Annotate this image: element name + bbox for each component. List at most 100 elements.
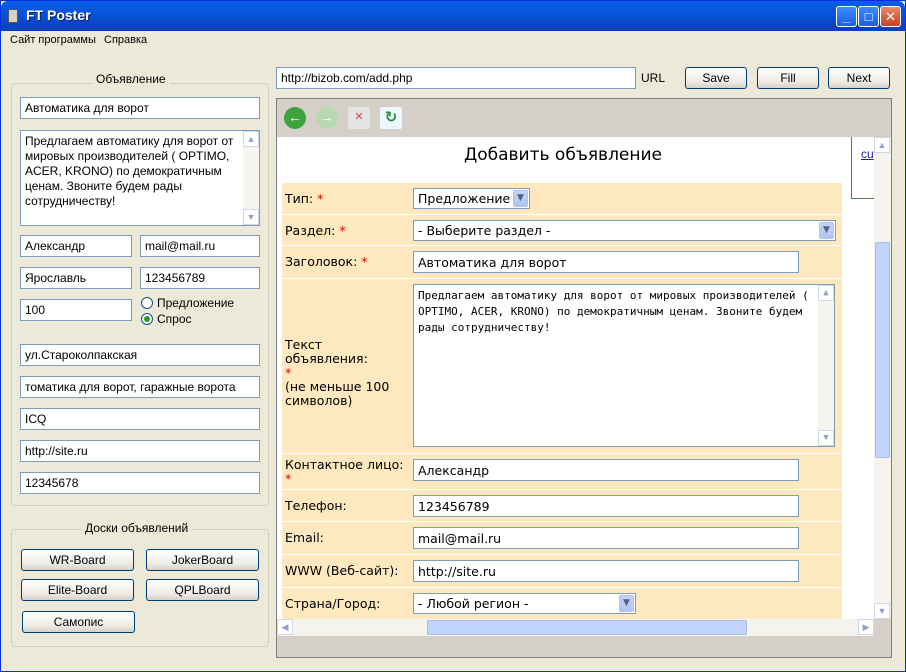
ad-text-scrollbar[interactable]: ▲ ▼ <box>243 131 259 225</box>
app-window: FT Poster _ □ ✕ Сайт программы Справка О… <box>0 0 906 672</box>
refresh-icon[interactable]: ↻ <box>380 107 402 129</box>
scroll-down-icon[interactable]: ▼ <box>818 430 834 446</box>
www-field[interactable]: http://site.ru <box>413 560 799 582</box>
email-field[interactable]: mail@mail.ru <box>413 527 799 549</box>
form-row-www: WWW (Веб-сайт): http://site.ru <box>282 554 842 587</box>
text-field-scrollbar[interactable]: ▲ ▼ <box>818 285 834 446</box>
ad-title-input[interactable]: Автоматика для ворот <box>20 97 260 119</box>
country-select[interactable]: - Любой регион - ▼ <box>413 593 636 614</box>
form-row-heading: Заголовок: * Автоматика для ворот <box>282 245 842 278</box>
web-view: Добавить объявление cu Тип: * Предложени… <box>277 137 891 619</box>
section-label: Раздел: <box>285 223 336 238</box>
fill-button[interactable]: Fill <box>757 67 819 89</box>
email-label: Email: <box>285 530 324 545</box>
ad-text-value: Предлагаем автоматику для ворот от миров… <box>25 134 234 208</box>
form-row-section: Раздел: * - Выберите раздел - ▼ <box>282 214 842 245</box>
type-select-value: Предложение <box>418 191 511 206</box>
address-input[interactable]: ул.Староколпакская <box>20 344 260 366</box>
scroll-down-icon[interactable]: ▼ <box>874 603 890 619</box>
heading-input[interactable]: Автоматика для ворот <box>413 251 799 273</box>
contact-input[interactable]: Александр <box>413 459 799 481</box>
menu-bar: Сайт программы Справка <box>1 31 905 51</box>
boards-group-legend: Доски объявлений <box>81 521 193 535</box>
url-label: URL <box>641 71 666 85</box>
qpl-board-button[interactable]: QPLBoard <box>146 579 259 601</box>
scroll-thumb[interactable] <box>875 242 890 458</box>
app-icon <box>8 9 18 23</box>
window-title: FT Poster <box>26 7 91 23</box>
site-input[interactable]: http://site.ru <box>20 440 260 462</box>
ad-text-field[interactable]: Предлагаем автоматику для ворот от миров… <box>413 284 835 447</box>
menu-site[interactable]: Сайт программы <box>10 34 96 46</box>
email-input[interactable]: mail@mail.ru <box>140 235 260 257</box>
forward-arrow-icon[interactable]: → <box>316 107 338 129</box>
required-mark: * <box>361 254 368 269</box>
page-vscrollbar[interactable]: ▲ ▼ <box>874 137 891 619</box>
keywords-input[interactable]: томатика для ворот, гаражные ворота <box>20 376 260 398</box>
form-row-phone: Телефон: 123456789 <box>282 489 842 521</box>
contact-label: Контактное лицо: <box>285 457 404 472</box>
required-mark: * <box>317 191 324 206</box>
phone-field[interactable]: 123456789 <box>413 495 799 517</box>
extra-input[interactable]: 12345678 <box>20 472 260 494</box>
required-mark: * <box>339 223 346 238</box>
chevron-down-icon[interactable]: ▼ <box>513 190 528 207</box>
next-button[interactable]: Next <box>828 67 890 89</box>
required-mark: * <box>285 471 292 486</box>
save-button[interactable]: Save <box>685 67 747 89</box>
icq-input[interactable]: ICQ <box>20 408 260 430</box>
form-row-country: Страна/Город: - Любой регион - ▼ <box>282 587 842 619</box>
phone-label: Телефон: <box>285 498 347 513</box>
wr-board-button[interactable]: WR-Board <box>21 549 134 571</box>
ad-group-legend: Объявление <box>92 72 170 86</box>
side-frame: cu <box>851 137 875 199</box>
scroll-right-icon[interactable]: ▶ <box>858 619 874 635</box>
ad-text-area[interactable]: Предлагаем автоматику для ворот от миров… <box>20 130 260 226</box>
title-bar[interactable]: FT Poster _ □ ✕ <box>1 1 905 31</box>
back-arrow-icon[interactable]: ← <box>284 107 306 129</box>
joker-board-button[interactable]: JokerBoard <box>146 549 259 571</box>
country-label: Страна/Город: <box>285 596 381 611</box>
form-row-email: Email: mail@mail.ru <box>282 521 842 554</box>
required-mark: * <box>285 365 292 380</box>
minimize-button[interactable]: _ <box>836 6 857 27</box>
url-input[interactable]: http://bizob.com/add.php <box>276 67 636 89</box>
www-label: WWW (Веб-сайт): <box>285 563 399 578</box>
side-link[interactable]: cu <box>861 147 874 161</box>
page-hscrollbar[interactable]: ◀ ▶ <box>277 619 874 636</box>
text-note: (не меньше 100 символов) <box>285 379 390 408</box>
scroll-up-icon[interactable]: ▲ <box>874 137 890 153</box>
radio-demand[interactable] <box>141 313 153 325</box>
city-input[interactable]: Ярославль <box>20 267 132 289</box>
radio-offer-label: Предложение <box>157 296 235 310</box>
section-select-value: - Выберите раздел - <box>418 223 551 238</box>
heading-label: Заголовок: <box>285 254 358 269</box>
type-label: Тип: <box>285 191 314 206</box>
scroll-up-icon[interactable]: ▲ <box>243 131 259 147</box>
section-select[interactable]: - Выберите раздел - ▼ <box>413 220 836 241</box>
scroll-left-icon[interactable]: ◀ <box>277 619 293 635</box>
scroll-down-icon[interactable]: ▼ <box>243 209 259 225</box>
name-input[interactable]: Александр <box>20 235 132 257</box>
country-select-value: - Любой регион - <box>418 596 529 611</box>
close-button[interactable]: ✕ <box>880 6 901 27</box>
browser-toolbar: ← → ✕ ↻ <box>277 99 891 137</box>
form-row-text: Текст объявления: * (не меньше 100 симво… <box>282 278 842 453</box>
form-row-contact: Контактное лицо: * Александр <box>282 453 842 489</box>
text-label: Текст объявления: <box>285 337 368 366</box>
chevron-down-icon[interactable]: ▼ <box>819 222 834 239</box>
chevron-down-icon[interactable]: ▼ <box>619 595 634 612</box>
menu-help[interactable]: Справка <box>104 34 147 46</box>
radio-offer[interactable] <box>141 297 153 309</box>
price-input[interactable]: 100 <box>20 299 132 321</box>
scroll-up-icon[interactable]: ▲ <box>818 285 834 301</box>
type-select[interactable]: Предложение ▼ <box>413 188 530 209</box>
stop-icon[interactable]: ✕ <box>348 107 370 129</box>
samopis-button[interactable]: Самопис <box>22 611 135 633</box>
form-row-type: Тип: * Предложение ▼ <box>282 182 842 214</box>
elite-board-button[interactable]: Elite-Board <box>21 579 134 601</box>
phone-input[interactable]: 123456789 <box>140 267 260 289</box>
hscroll-thumb[interactable] <box>427 620 747 635</box>
browser-panel: ← → ✕ ↻ Добавить объявление cu Тип: * Пр… <box>276 98 892 658</box>
maximize-button[interactable]: □ <box>858 6 879 27</box>
